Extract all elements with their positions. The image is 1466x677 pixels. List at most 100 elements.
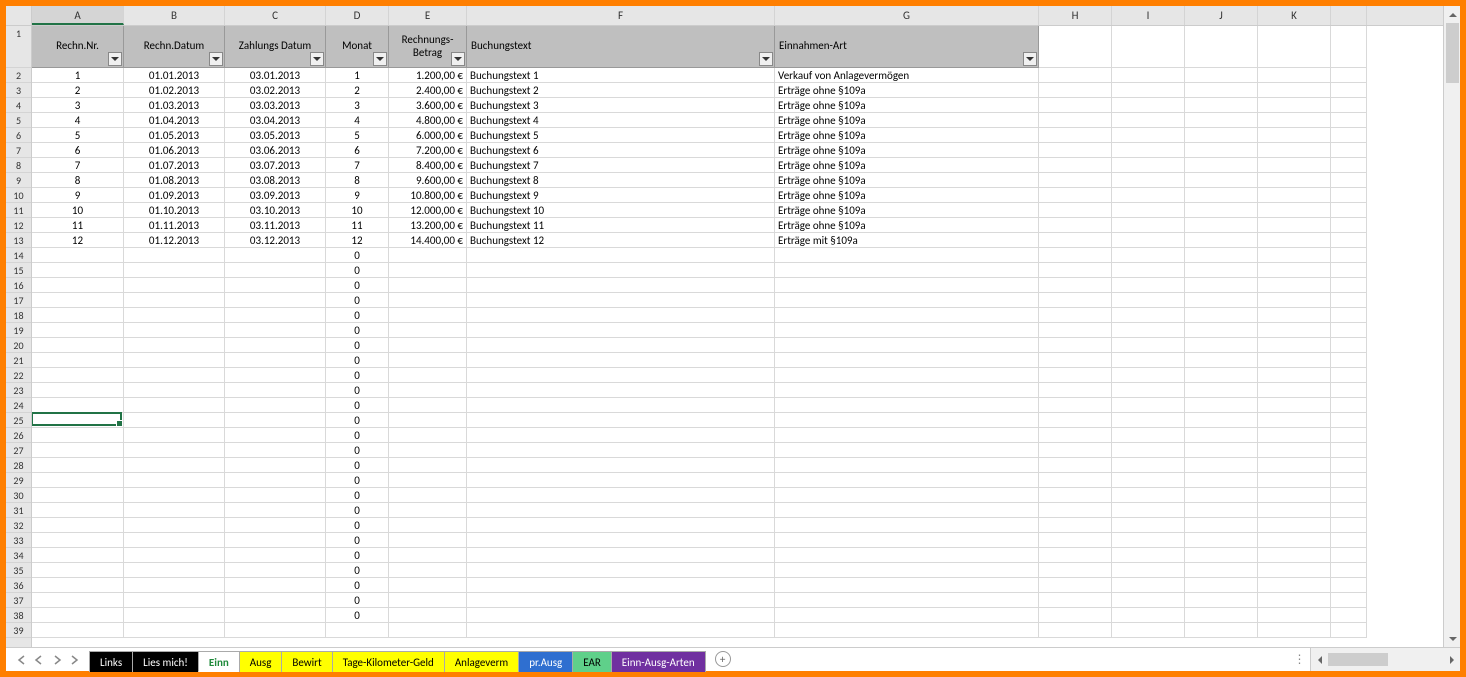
- cell[interactable]: [1185, 83, 1258, 98]
- row-header[interactable]: 15: [6, 263, 31, 278]
- row-header[interactable]: 21: [6, 353, 31, 368]
- cell[interactable]: [467, 443, 775, 458]
- row-header[interactable]: 37: [6, 593, 31, 608]
- cell[interactable]: [1112, 563, 1185, 578]
- cell[interactable]: [1331, 173, 1367, 188]
- cell[interactable]: [1258, 233, 1331, 248]
- cell[interactable]: [775, 308, 1039, 323]
- cell[interactable]: [1185, 98, 1258, 113]
- cell[interactable]: [1112, 488, 1185, 503]
- cell[interactable]: [775, 563, 1039, 578]
- cell[interactable]: [1331, 548, 1367, 563]
- cell[interactable]: [124, 488, 225, 503]
- cell[interactable]: [1258, 68, 1331, 83]
- row-header[interactable]: 10: [6, 188, 31, 203]
- cell[interactable]: Buchungstext 10: [467, 203, 775, 218]
- cell[interactable]: 13.200,00 €: [389, 218, 467, 233]
- row-header[interactable]: 28: [6, 458, 31, 473]
- cell[interactable]: [1331, 293, 1367, 308]
- cell[interactable]: [1258, 143, 1331, 158]
- cell[interactable]: 12.000,00 €: [389, 203, 467, 218]
- cell[interactable]: [1039, 263, 1112, 278]
- cell[interactable]: [1112, 143, 1185, 158]
- cell[interactable]: [1039, 578, 1112, 593]
- cell[interactable]: [124, 368, 225, 383]
- row-header[interactable]: 24: [6, 398, 31, 413]
- cell[interactable]: [1331, 353, 1367, 368]
- cell[interactable]: [467, 518, 775, 533]
- cell[interactable]: [225, 503, 326, 518]
- sheet-tab[interactable]: EAR: [572, 651, 612, 672]
- cell[interactable]: 0: [326, 548, 389, 563]
- tab-nav-prev-icon[interactable]: [32, 653, 46, 667]
- cell[interactable]: 3.600,00 €: [389, 98, 467, 113]
- cell[interactable]: [1331, 458, 1367, 473]
- cell[interactable]: [225, 443, 326, 458]
- cell[interactable]: 0: [326, 323, 389, 338]
- cell[interactable]: [1039, 308, 1112, 323]
- cell[interactable]: 0: [326, 338, 389, 353]
- cell[interactable]: 01.08.2013: [124, 173, 225, 188]
- cell[interactable]: [1039, 338, 1112, 353]
- cell[interactable]: [467, 338, 775, 353]
- cell[interactable]: [124, 533, 225, 548]
- cell[interactable]: [225, 608, 326, 623]
- cell[interactable]: [1258, 173, 1331, 188]
- cell[interactable]: [124, 608, 225, 623]
- cell[interactable]: [467, 593, 775, 608]
- cell[interactable]: [225, 338, 326, 353]
- cell[interactable]: [1185, 428, 1258, 443]
- cell[interactable]: 1: [326, 68, 389, 83]
- column-header-I[interactable]: I: [1112, 6, 1185, 25]
- cell[interactable]: 7: [32, 158, 124, 173]
- cell[interactable]: [1112, 323, 1185, 338]
- cell[interactable]: [1331, 128, 1367, 143]
- cell[interactable]: [124, 338, 225, 353]
- cell[interactable]: [1112, 338, 1185, 353]
- cell[interactable]: [775, 413, 1039, 428]
- cell[interactable]: [1331, 203, 1367, 218]
- row-header[interactable]: 8: [6, 158, 31, 173]
- cell[interactable]: Erträge mit §109a: [775, 233, 1039, 248]
- cell[interactable]: [1258, 353, 1331, 368]
- table-header-cell[interactable]: Buchungstext: [467, 26, 775, 68]
- cell[interactable]: 03.11.2013: [225, 218, 326, 233]
- cell[interactable]: 0: [326, 473, 389, 488]
- cell[interactable]: [124, 383, 225, 398]
- cell[interactable]: [1039, 608, 1112, 623]
- cell[interactable]: [1185, 593, 1258, 608]
- cell[interactable]: [467, 263, 775, 278]
- cell[interactable]: [1112, 383, 1185, 398]
- cell[interactable]: [1258, 473, 1331, 488]
- cell[interactable]: [1039, 533, 1112, 548]
- row-header[interactable]: 23: [6, 383, 31, 398]
- table-header-cell[interactable]: Rechn.Datum: [124, 26, 225, 68]
- row-header[interactable]: 30: [6, 488, 31, 503]
- row-header[interactable]: 36: [6, 578, 31, 593]
- table-header-cell[interactable]: [1039, 26, 1112, 68]
- column-header-G[interactable]: G: [775, 6, 1039, 25]
- cell[interactable]: [32, 413, 124, 428]
- cell[interactable]: Buchungstext 7: [467, 158, 775, 173]
- new-sheet-button[interactable]: +: [712, 648, 734, 670]
- cell[interactable]: [1331, 563, 1367, 578]
- cell[interactable]: 0: [326, 503, 389, 518]
- cell[interactable]: [1185, 233, 1258, 248]
- cell[interactable]: Buchungstext 11: [467, 218, 775, 233]
- cell[interactable]: [32, 503, 124, 518]
- cell[interactable]: [32, 293, 124, 308]
- cell[interactable]: [467, 473, 775, 488]
- cell[interactable]: [389, 473, 467, 488]
- cell[interactable]: 0: [326, 533, 389, 548]
- cell[interactable]: 5: [326, 128, 389, 143]
- cell[interactable]: [1331, 593, 1367, 608]
- cell[interactable]: [775, 458, 1039, 473]
- cell[interactable]: [1039, 623, 1112, 638]
- cell[interactable]: [225, 308, 326, 323]
- cell[interactable]: [225, 593, 326, 608]
- cell[interactable]: 0: [326, 413, 389, 428]
- cell[interactable]: 12: [32, 233, 124, 248]
- cell[interactable]: [1331, 533, 1367, 548]
- cell[interactable]: Buchungstext 4: [467, 113, 775, 128]
- cell[interactable]: 0: [326, 488, 389, 503]
